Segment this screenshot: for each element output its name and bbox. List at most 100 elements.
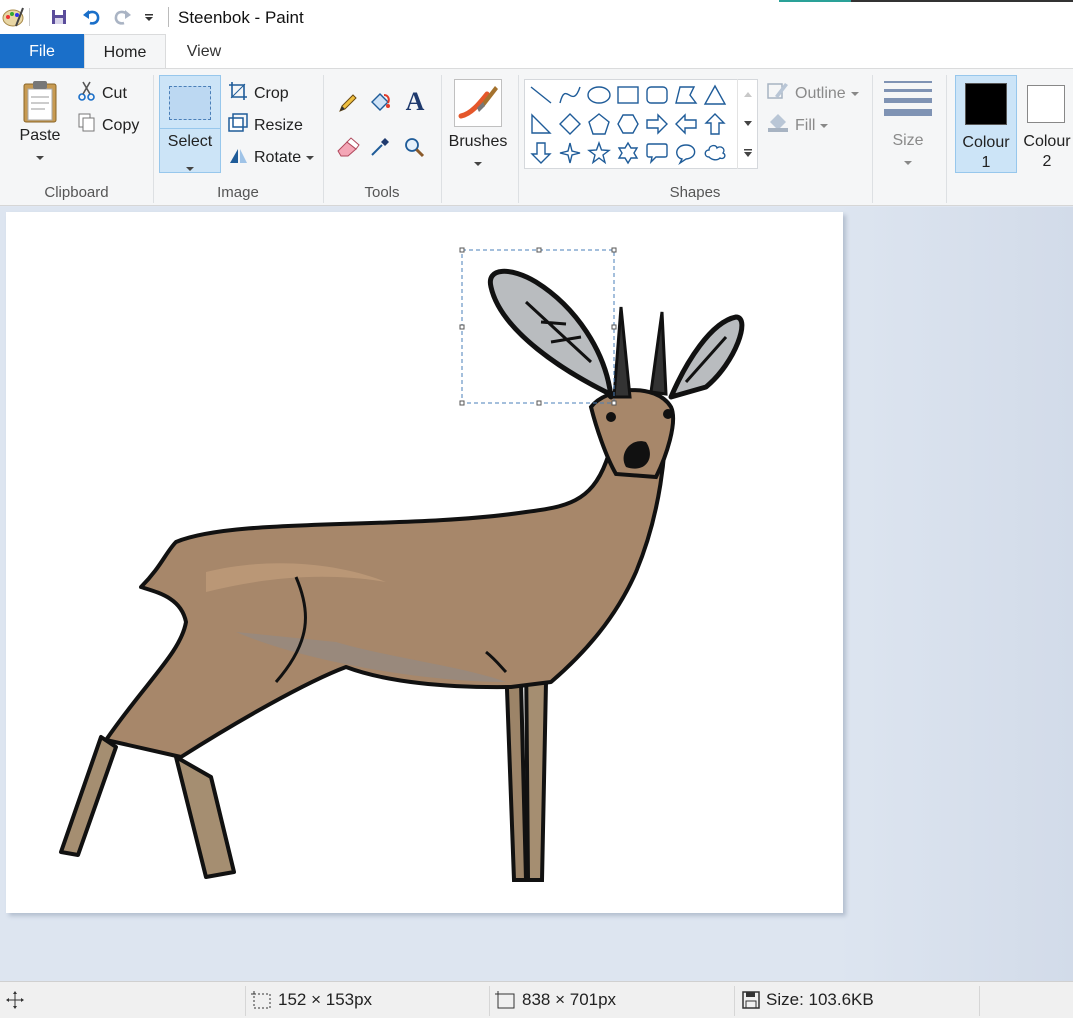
shapes-gallery [524,79,758,169]
save-icon[interactable] [48,6,70,28]
resize-button[interactable]: Resize [228,113,303,138]
four-point-star-icon[interactable] [556,139,584,167]
oval-icon[interactable] [585,81,613,109]
outline-dropdown-icon [850,91,859,96]
fill-label: Fill [795,116,816,134]
colour1-swatch [965,83,1007,125]
tab-view[interactable]: View [166,34,242,69]
rounded-rectangle-icon[interactable] [643,81,671,109]
rotate-dropdown-icon [306,155,315,160]
line-size-icon [884,81,932,116]
shapes-scroll-down-icon[interactable] [738,109,757,139]
text-icon[interactable]: A [400,87,430,117]
undo-icon[interactable] [80,6,102,28]
pencil-icon[interactable] [334,89,362,117]
crop-icon [228,81,248,106]
rectangle-icon[interactable] [614,81,642,109]
hexagon-icon[interactable] [614,110,642,138]
tab-file[interactable]: File [0,34,84,69]
shapes-scroll-up-icon[interactable] [738,79,757,109]
paste-label: Paste [19,127,61,144]
six-point-star-icon[interactable] [614,139,642,167]
size-button[interactable]: Size [878,79,938,170]
image-group-label: Image [217,184,259,201]
diamond-icon[interactable] [556,110,584,138]
copy-icon [78,113,96,138]
canvas-area[interactable] [0,207,1073,981]
down-arrow-icon[interactable] [527,139,555,167]
colour1-number: 1 [981,154,991,171]
drawing-canvas[interactable] [6,212,843,913]
colour2-number: 2 [1042,153,1052,170]
select-button[interactable]: Select [159,75,221,173]
paste-button[interactable]: Paste [14,79,66,165]
disk-icon [742,991,760,1009]
eraser-icon[interactable] [334,133,362,161]
fill-bucket-icon[interactable] [366,89,394,117]
redo-icon[interactable] [112,6,134,28]
tab-home[interactable]: Home [84,34,166,69]
oval-callout-icon[interactable] [672,139,700,167]
brushes-dropdown-icon [474,162,482,166]
outline-label: Outline [795,84,846,102]
size-dropdown-icon [904,161,912,165]
paste-dropdown-icon [36,156,44,160]
left-arrow-icon[interactable] [672,110,700,138]
selection-size: 152 × 153px [250,990,372,1010]
brushes-button[interactable]: Brushes [447,79,509,171]
select-dropdown-icon [186,167,194,171]
clipboard-icon [14,79,66,125]
clipboard-group-label: Clipboard [44,184,109,201]
colour1-button[interactable]: Colour 1 [955,75,1017,173]
crop-button[interactable]: Crop [228,81,289,106]
selection-size-icon [251,991,271,1009]
title-bar: Steenbok - Paint [0,0,1073,34]
paint-app-icon[interactable] [0,6,26,28]
accent-line [779,0,851,2]
right-arrow-icon[interactable] [643,110,671,138]
ribbon-tabs: File Home View [0,34,1073,69]
colour1-label: Colour [962,134,1010,151]
copy-button[interactable]: Copy [78,113,139,138]
image-size-icon [495,991,515,1009]
window-title: Steenbok - Paint [178,8,304,27]
polygon-icon[interactable] [672,81,700,109]
size-label: Size [892,132,924,149]
rounded-callout-icon[interactable] [643,139,671,167]
select-label: Select [167,133,213,150]
shapes-group-label: Shapes [669,184,721,201]
cloud-callout-icon[interactable] [701,139,729,167]
accent-line-dark [851,0,1073,2]
resize-label: Resize [254,116,303,134]
crop-label: Crop [254,84,289,102]
curve-icon[interactable] [556,81,584,109]
fill-button[interactable]: Fill [767,113,829,138]
ribbon: Paste Cut Copy Clipboard Select Crop Res… [0,68,1073,206]
brush-icon [454,79,502,127]
color-picker-icon[interactable] [366,133,394,161]
right-triangle-icon[interactable] [527,110,555,138]
pentagon-icon[interactable] [585,110,613,138]
shapes-expand-icon[interactable] [738,139,757,167]
customize-qat-icon[interactable] [142,6,156,28]
colour2-button[interactable]: Colour 2 [1021,75,1073,173]
line-icon[interactable] [527,81,555,109]
colour2-label: Colour [1023,133,1071,150]
image-size: 838 × 701px [494,990,616,1010]
cut-button[interactable]: Cut [78,81,127,106]
scissors-icon [78,81,96,106]
magnifier-icon[interactable] [400,133,428,161]
fill-dropdown-icon [820,123,829,128]
triangle-icon[interactable] [701,81,729,109]
up-arrow-icon[interactable] [701,110,729,138]
five-point-star-icon[interactable] [585,139,613,167]
outline-button[interactable]: Outline [767,81,859,106]
fill-icon [767,113,789,138]
rotate-label: Rotate [254,148,302,166]
steenbok-drawing [59,247,745,882]
brushes-label: Brushes [448,133,508,150]
copy-label: Copy [102,116,140,134]
colour2-swatch [1027,85,1065,123]
rotate-button[interactable]: Rotate [228,145,315,170]
select-icon [169,86,211,120]
